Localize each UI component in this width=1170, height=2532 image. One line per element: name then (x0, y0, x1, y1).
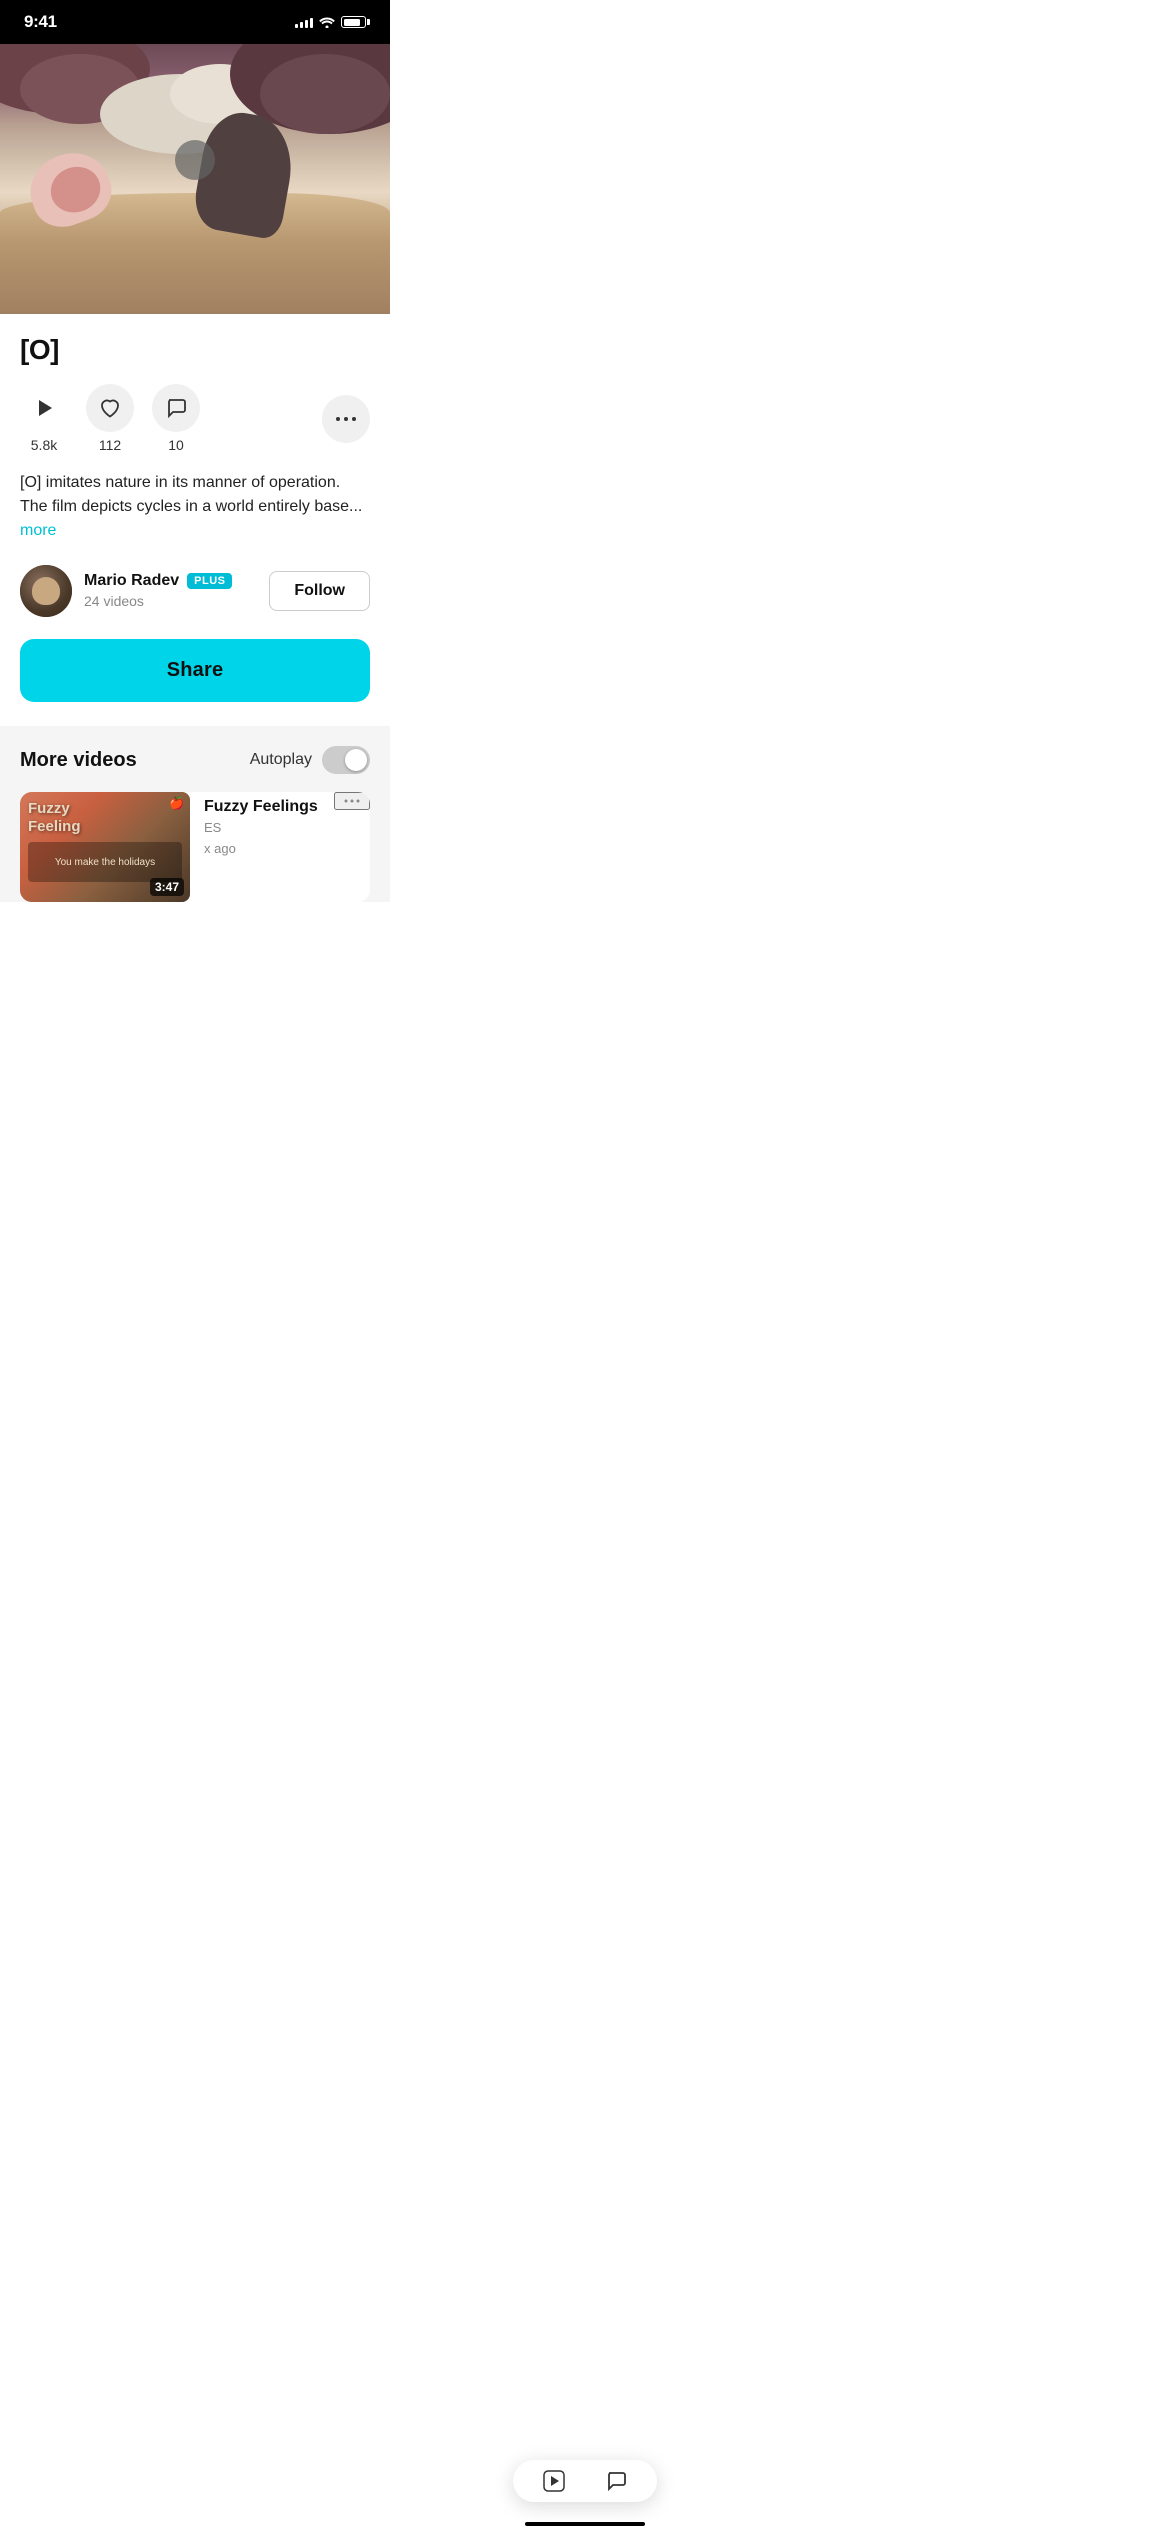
play-action: 5.8k (20, 384, 68, 453)
video-duration: 3:47 (150, 878, 184, 896)
comment-count: 10 (168, 437, 184, 453)
nav-comment-button[interactable] (605, 2470, 627, 2492)
signal-icon (295, 16, 313, 28)
video-card-info: Fuzzy Feelings ES x ago (204, 792, 334, 856)
comment-button[interactable] (152, 384, 200, 432)
video-description: [O] imitates nature in its manner of ope… (20, 471, 370, 543)
status-bar: 9:41 (0, 0, 390, 44)
video-card-time: x ago (204, 841, 326, 856)
follow-button[interactable]: Follow (269, 571, 370, 611)
more-button[interactable] (322, 395, 370, 443)
like-button[interactable] (86, 384, 134, 432)
hero-image[interactable] (0, 44, 390, 314)
autoplay-label: Autoplay (250, 751, 312, 769)
like-action: 112 (86, 384, 134, 453)
more-videos-section: More videos Autoplay 🍎 FuzzyFeeling You … (0, 726, 390, 902)
creator-avatar[interactable] (20, 565, 72, 617)
autoplay-toggle[interactable] (322, 746, 370, 774)
creator-videos: 24 videos (84, 593, 144, 609)
play-indicator (175, 140, 215, 180)
battery-icon (341, 16, 366, 28)
apple-logo: 🍎 (169, 796, 184, 810)
video-card-sub: ES (204, 820, 326, 835)
creator-name: Mario Radev (84, 572, 179, 590)
play-count: 5.8k (31, 437, 57, 453)
more-videos-title: More videos (20, 749, 137, 772)
creator-row: Mario Radev PLUS 24 videos Follow (20, 565, 370, 617)
video-thumbnail: 🍎 FuzzyFeeling You make the holidays 3:4… (20, 792, 190, 902)
video-title: [O] (20, 334, 370, 366)
plus-badge: PLUS (187, 573, 232, 589)
video-card[interactable]: 🍎 FuzzyFeeling You make the holidays 3:4… (20, 792, 370, 902)
autoplay-row: Autoplay (250, 746, 370, 774)
comment-action: 10 (152, 384, 200, 453)
play-button[interactable] (20, 384, 68, 432)
wifi-icon (319, 16, 335, 28)
video-content: [O] 5.8k 112 10 (0, 314, 390, 617)
more-videos-header: More videos Autoplay (20, 746, 370, 774)
bottom-nav (513, 2460, 657, 2502)
home-indicator (525, 2522, 645, 2526)
action-bar: 5.8k 112 10 (20, 384, 370, 453)
nav-play-button[interactable] (543, 2470, 565, 2492)
share-section: Share (0, 639, 390, 726)
status-time: 9:41 (24, 12, 57, 32)
more-link[interactable]: more (20, 522, 56, 539)
thumb-title: FuzzyFeeling (28, 800, 81, 836)
status-icons (295, 16, 366, 28)
like-count: 112 (99, 437, 121, 453)
creator-info: Mario Radev PLUS 24 videos (84, 572, 257, 611)
video-card-more-button[interactable] (334, 792, 370, 810)
video-card-title: Fuzzy Feelings (204, 798, 326, 816)
share-button[interactable]: Share (20, 639, 370, 702)
